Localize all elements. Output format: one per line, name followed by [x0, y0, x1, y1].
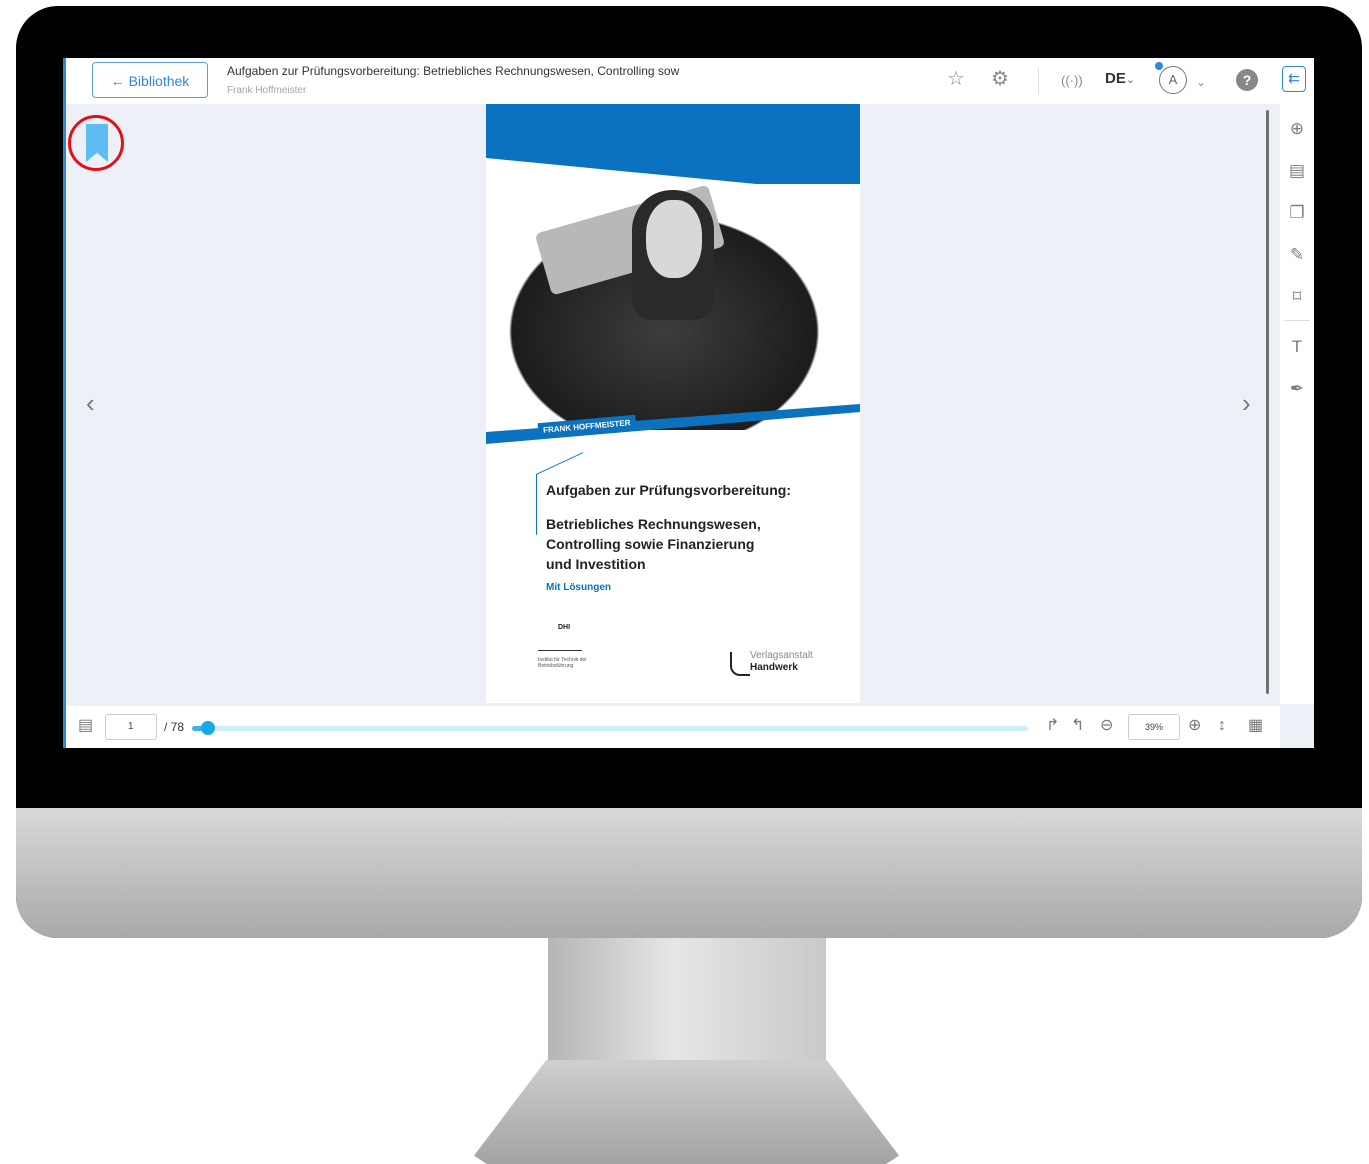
top-bar: ← Bibliothek Aufgaben zur Prüfungsvorber…	[66, 58, 1314, 104]
reading-progress-handle[interactable]	[200, 721, 215, 735]
monitor-stand-base	[474, 1060, 899, 1164]
right-sidebar: ⊕ ▤ ❐ ✎ ⌑ T ✒	[1280, 104, 1314, 704]
chevron-down-icon: ⌄	[1125, 74, 1136, 86]
cover-title: Aufgaben zur Prüfungsvorbereitung:	[546, 482, 791, 498]
vertical-scrollbar[interactable]	[1266, 110, 1269, 694]
monitor-chin	[16, 808, 1362, 938]
table-of-contents-icon[interactable]: ▤	[1286, 160, 1308, 182]
rotate-left-icon[interactable]: ↰	[1071, 716, 1084, 736]
previous-page-arrow-icon[interactable]: ‹	[86, 388, 95, 418]
highlight-circle	[68, 115, 124, 171]
publisher-logo-mark	[730, 652, 750, 676]
sidebar-divider	[1284, 320, 1310, 321]
search-icon[interactable]: ⊕	[1286, 118, 1308, 140]
bookmark-icon[interactable]: ⌑	[1286, 286, 1308, 308]
toolbar-divider	[1038, 68, 1039, 94]
document-author: Frank Hoffmeister	[227, 85, 307, 96]
zoom-out-icon[interactable]: ⊖	[1100, 716, 1113, 736]
star-icon[interactable]: ☆	[947, 68, 965, 90]
dhi-logo: DHI	[538, 624, 582, 651]
user-icon[interactable]: A	[1159, 66, 1187, 94]
notes-icon[interactable]: ✎	[1286, 244, 1308, 266]
cover-note: Mit Lösungen	[546, 582, 611, 593]
user-menu-chevron-icon[interactable]: ⌄	[1196, 71, 1206, 93]
publisher-name-line1: Verlagsanstalt	[750, 650, 813, 661]
document-title: Aufgaben zur Prüfungsvorbereitung: Betri…	[227, 64, 680, 78]
zoom-in-icon[interactable]: ⊕	[1188, 716, 1201, 736]
fit-height-icon[interactable]: ↕	[1218, 716, 1226, 736]
cover-subtitle-line: Controlling sowie Finanzierung	[546, 536, 755, 552]
notification-dot	[1155, 62, 1163, 70]
dhi-logo-text: DHI	[558, 624, 571, 631]
pen-icon[interactable]: ✒	[1286, 378, 1308, 400]
bottom-bar: ▤ 1 / 78 ↱ ↰ ⊖ 39% ⊕ ↕ ▦	[66, 706, 1280, 748]
page-list-icon[interactable]: ▤	[78, 716, 93, 736]
book-cover-page: FRANK HOFFMEISTER Aufgaben zur Prüfungsv…	[486, 104, 860, 703]
page-total: / 78	[164, 720, 185, 734]
cover-subtitle: Betriebliches Rechnungswesen, Controllin…	[546, 514, 846, 574]
rotate-right-icon[interactable]: ↱	[1046, 716, 1059, 736]
cover-subtitle-line: und Investition	[546, 556, 646, 572]
page-view-icon[interactable]: ▦	[1248, 716, 1263, 736]
zoom-level-input[interactable]: 39%	[1128, 714, 1180, 740]
panel-toggle-icon[interactable]: ⇇	[1282, 66, 1306, 92]
dhi-logo-caption: Institut für Technik der Betriebsführung	[538, 657, 587, 669]
reader-screen: ← Bibliothek Aufgaben zur Prüfungsvorber…	[63, 58, 1314, 748]
cover-subtitle-line: Betriebliches Rechnungswesen,	[546, 516, 761, 532]
cover-top-band	[486, 104, 860, 194]
cover-photo-face	[646, 200, 702, 278]
page-number-input[interactable]: 1	[105, 714, 157, 740]
language-label: DE	[1105, 70, 1126, 87]
text-select-icon[interactable]: T	[1286, 336, 1308, 358]
reading-progress-track[interactable]	[192, 726, 1028, 731]
next-page-arrow-icon[interactable]: ›	[1242, 388, 1251, 418]
broadcast-icon[interactable]: ((·))	[1061, 70, 1083, 92]
gear-icon[interactable]: ⚙	[991, 68, 1009, 90]
language-selector[interactable]: DE⌄	[1105, 70, 1135, 87]
publisher-name-line2: Handwerk	[750, 662, 798, 673]
pages-icon[interactable]: ❐	[1286, 202, 1308, 224]
back-to-library-button[interactable]: ← Bibliothek	[92, 62, 208, 98]
help-icon[interactable]: ?	[1236, 69, 1258, 91]
